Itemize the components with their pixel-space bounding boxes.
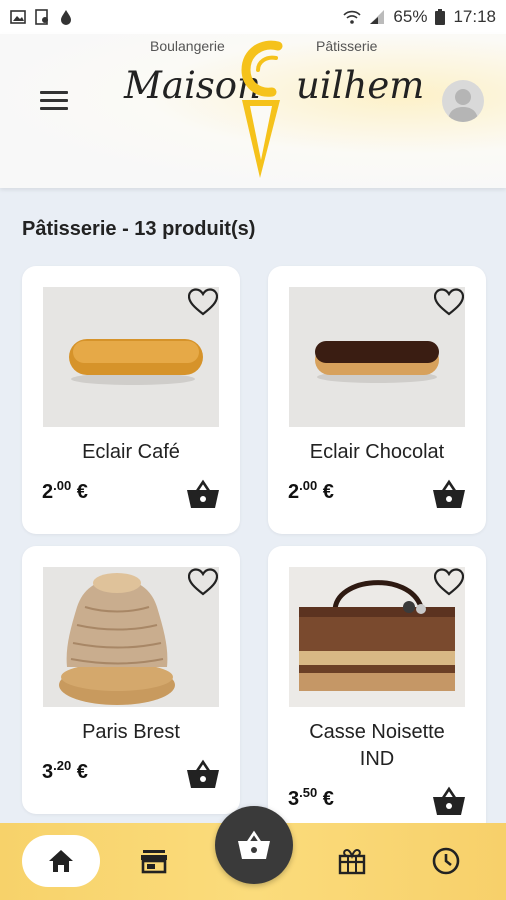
favorite-heart-icon[interactable] — [434, 288, 464, 316]
product-price: 3.50 € — [288, 785, 334, 810]
brand-sub-left: Boulangerie — [150, 38, 225, 54]
status-left — [10, 9, 74, 25]
image-icon — [10, 10, 26, 24]
status-right: 65% 17:18 — [343, 7, 496, 27]
product-price: 2.00 € — [288, 478, 334, 503]
favorite-heart-icon[interactable] — [434, 568, 464, 596]
droplet-icon — [61, 10, 71, 25]
product-card-eclair-cafe[interactable]: Eclair Café 2.00 € — [22, 266, 240, 534]
battery-percent: 65% — [393, 7, 428, 26]
brand-name-right: uilhem — [296, 64, 425, 107]
add-to-basket-icon[interactable] — [186, 759, 220, 789]
menu-icon — [40, 91, 68, 110]
add-to-basket-icon[interactable] — [186, 479, 220, 509]
favorite-heart-icon[interactable] — [188, 568, 218, 596]
section-title: Pâtisserie - 13 produit(s) — [22, 218, 256, 240]
document-icon — [35, 9, 48, 25]
nav-store[interactable] — [130, 835, 178, 887]
user-avatar-button[interactable] — [442, 80, 484, 122]
battery-icon — [435, 9, 446, 25]
brand-emblem-icon — [241, 40, 283, 178]
nav-history[interactable] — [422, 835, 470, 887]
brand-sub-right: Pâtisserie — [316, 38, 378, 54]
product-card-paris-brest[interactable]: Paris Brest 3.20 € — [22, 546, 240, 814]
nav-home[interactable] — [22, 835, 100, 887]
add-to-basket-icon[interactable] — [432, 479, 466, 509]
product-card-eclair-chocolat[interactable]: Eclair Chocolat 2.00 € — [268, 266, 486, 534]
store-icon — [141, 850, 167, 874]
signal-icon — [370, 10, 385, 24]
wifi-icon — [343, 10, 362, 24]
product-price: 2.00 € — [42, 478, 88, 503]
favorite-heart-icon[interactable] — [188, 288, 218, 316]
add-to-basket-icon[interactable] — [432, 786, 466, 816]
product-card-casse-noisette[interactable]: Casse Noisette IND 3.50 € — [268, 546, 486, 836]
basket-fab-button[interactable] — [215, 806, 293, 884]
product-name: Casse Noisette IND — [309, 721, 445, 770]
product-name: Eclair Chocolat — [309, 441, 445, 463]
product-name: Paris Brest — [82, 721, 180, 743]
user-avatar-icon — [448, 89, 478, 122]
clock-icon — [432, 847, 460, 875]
home-icon — [49, 850, 73, 872]
product-name: Eclair Café — [82, 441, 180, 463]
nav-gift[interactable] — [328, 835, 376, 887]
status-bar: 65% 17:18 — [0, 0, 506, 34]
clock-time: 17:18 — [453, 7, 496, 26]
app-header: Boulangerie Pâtisserie Maison uilhem — [0, 34, 506, 188]
basket-icon — [238, 830, 270, 859]
brand-logo[interactable]: Boulangerie Pâtisserie Maison uilhem — [120, 38, 424, 184]
menu-button[interactable] — [40, 91, 68, 113]
product-price: 3.20 € — [42, 758, 88, 783]
gift-icon — [338, 848, 366, 875]
